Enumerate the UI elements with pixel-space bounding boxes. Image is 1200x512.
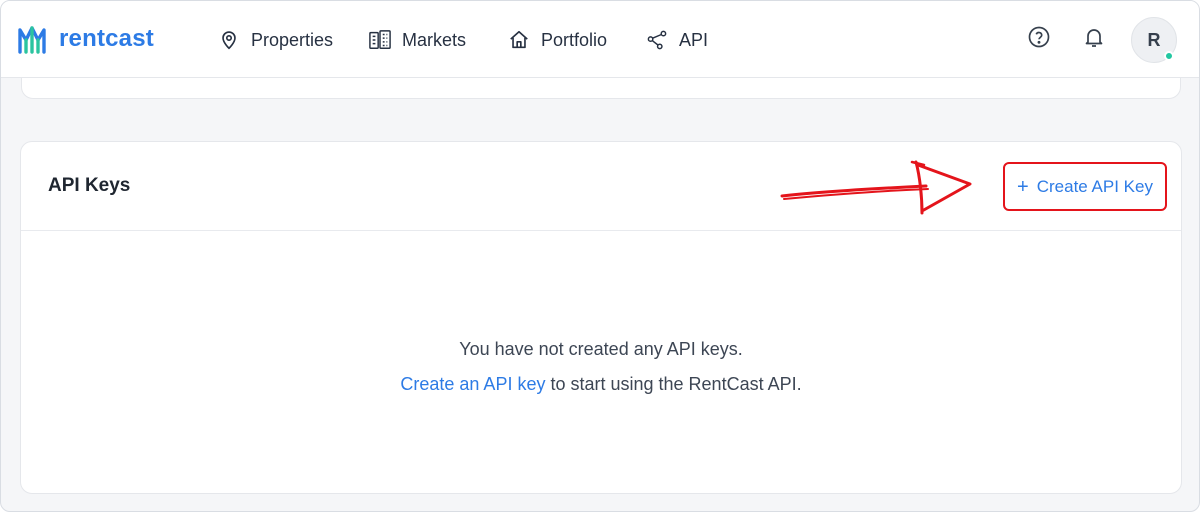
brand-name: rentcast (59, 25, 154, 52)
location-pin-icon (217, 28, 241, 52)
help-button[interactable] (1025, 25, 1053, 53)
online-status-indicator (1164, 51, 1174, 61)
home-icon (507, 28, 531, 52)
api-keys-card-header: API Keys + Create API Key (21, 142, 1181, 231)
nav-item-label: API (679, 29, 709, 50)
nav-item-properties[interactable]: Properties (217, 25, 333, 55)
plus-icon: + (1017, 175, 1029, 198)
rentcast-logo-icon (18, 26, 46, 54)
nav-item-label: Properties (251, 29, 334, 50)
empty-state-cta: Create an API key to start using the Ren… (21, 367, 1181, 402)
create-api-key-link[interactable]: Create an API key (400, 374, 545, 394)
help-circle-icon (1027, 25, 1051, 54)
app-window: rentcast Properties Markets Portfolio AP… (0, 0, 1200, 512)
top-navigation-bar: rentcast Properties Markets Portfolio AP… (1, 1, 1199, 78)
network-nodes-icon (645, 28, 669, 52)
create-api-key-button[interactable]: + Create API Key (1003, 162, 1167, 211)
api-keys-card: API Keys + Create API Key You have not c… (20, 141, 1182, 494)
nav-item-portfolio[interactable]: Portfolio (507, 25, 607, 55)
brand-logo[interactable]: rentcast (17, 23, 154, 55)
api-keys-title: API Keys (48, 175, 131, 196)
red-arrow-annotation-icon (780, 160, 972, 215)
nav-item-label: Markets (402, 29, 467, 50)
buildings-icon (368, 28, 392, 52)
notifications-button[interactable] (1080, 25, 1108, 53)
empty-state-message: You have not created any API keys. (459, 339, 743, 359)
nav-item-markets[interactable]: Markets (368, 25, 466, 55)
empty-state-suffix: to start using the RentCast API. (545, 374, 802, 394)
empty-state: You have not created any API keys. Creat… (21, 332, 1181, 402)
bell-icon (1082, 25, 1106, 54)
nav-item-api[interactable]: API (645, 25, 708, 55)
create-api-key-label: Create API Key (1036, 176, 1153, 196)
nav-item-label: Portfolio (541, 29, 608, 50)
